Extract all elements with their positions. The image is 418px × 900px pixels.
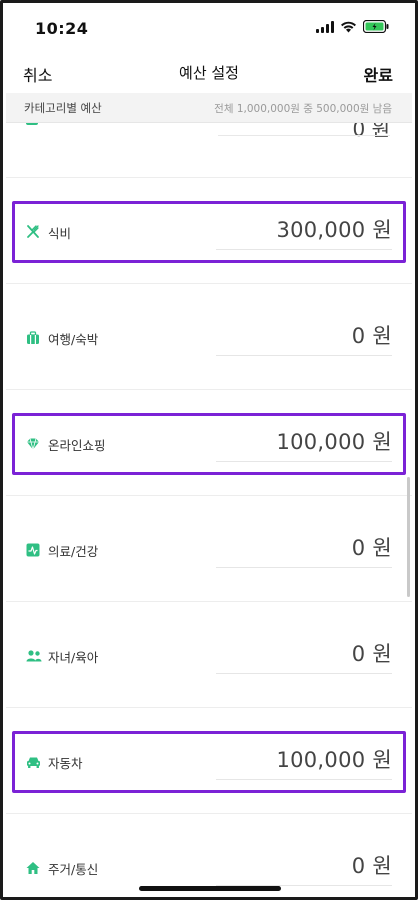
category-list[interactable]: 0 원 식비 300,000 원 여행/숙박 0 원 온라인쇼핑 100,000… [6,123,412,897]
category-label: 의료/건강 [48,544,99,559]
status-icons [316,20,389,33]
home-indicator[interactable] [139,886,281,891]
wifi-icon [341,21,356,32]
fork-knife-icon [26,224,40,238]
budget-input[interactable]: 300,000 원 [276,214,392,244]
value-underline [216,779,392,780]
status-bar: 10:24 [3,3,415,53]
category-row-childcare[interactable]: 자녀/육아 0 원 [6,601,412,707]
health-chart-icon [26,542,40,557]
category-label: 온라인쇼핑 [48,438,106,453]
category-icon [26,123,38,125]
value-underline [216,461,392,462]
value-underline [216,249,392,250]
category-label: 자동차 [48,756,83,771]
budget-input[interactable]: 100,000 원 [276,426,392,456]
battery-icon [363,20,389,33]
category-row-medical[interactable]: 의료/건강 0 원 [6,495,412,601]
value-underline [216,355,392,356]
value-underline [216,567,392,568]
budget-input[interactable]: 0 원 [352,320,392,350]
category-row-online-shopping[interactable]: 온라인쇼핑 100,000 원 [6,389,412,495]
budget-input[interactable]: 0 원 [352,850,392,880]
car-icon [26,754,40,768]
value-underline [216,673,392,674]
luggage-icon [26,330,40,344]
scrollbar[interactable] [407,477,410,597]
category-row-car[interactable]: 자동차 100,000 원 [6,707,412,813]
diamond-icon [26,436,40,452]
page-title: 예산 설정 [179,64,239,82]
category-label: 자녀/육아 [48,650,99,665]
people-icon [26,648,42,662]
list-item-partial: 0 원 [6,123,412,137]
budget-input[interactable]: 0 원 [352,532,392,562]
category-label: 여행/숙박 [48,332,99,347]
budget-input[interactable]: 100,000 원 [276,744,392,774]
budget-summary: 전체 1,000,000원 중 500,000원 남음 [214,103,392,115]
value-underline [218,135,390,136]
section-title: 카테고리별 예산 [24,101,102,115]
nav-bar: 취소 예산 설정 완료 [3,53,415,93]
category-label: 식비 [48,226,72,241]
status-time: 10:24 [35,19,89,38]
category-row-travel[interactable]: 여행/숙박 0 원 [6,283,412,389]
category-label: 주거/통신 [48,862,99,877]
done-button[interactable]: 완료 [364,62,393,86]
home-icon [26,860,40,874]
category-row-housing[interactable]: 주거/통신 0 원 [6,813,412,897]
budget-input[interactable]: 0 원 [352,638,392,668]
signal-icon [316,20,334,33]
phone-screen: 10:24 취소 예산 설정 완료 카테고리별 예산 전체 1,000,000원… [0,0,418,900]
section-header: 카테고리별 예산 전체 1,000,000원 중 500,000원 남음 [6,93,412,123]
category-row-food[interactable]: 식비 300,000 원 [6,177,412,283]
